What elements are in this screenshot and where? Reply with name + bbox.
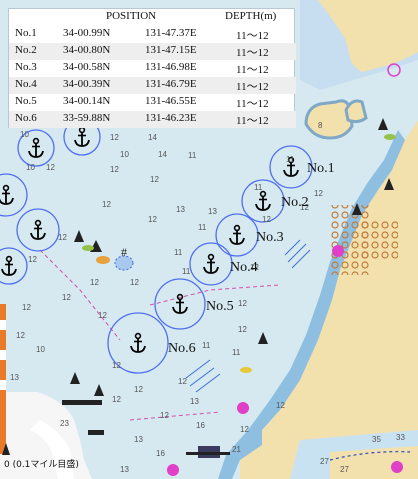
anchorage-label-no3: No.3 [256, 230, 284, 245]
table-row: No.1 34-00.99N 131-47.37E 11～12 [15, 27, 269, 42]
svg-text:11: 11 [232, 348, 241, 357]
table-row: No.3 34-00.58N 131-46.98E 11～12 [15, 61, 269, 76]
svg-text:27: 27 [320, 457, 329, 466]
svg-text:12: 12 [110, 133, 119, 142]
svg-text:12: 12 [62, 293, 71, 302]
svg-text:12: 12 [238, 325, 247, 334]
svg-text:13: 13 [10, 373, 19, 382]
svg-text:33: 33 [396, 433, 405, 442]
small-island-2 [344, 99, 368, 124]
anchorage-label-no2: No.2 [281, 195, 309, 210]
svg-text:10: 10 [120, 150, 129, 159]
svg-text:14: 14 [148, 133, 157, 142]
svg-text:11: 11 [286, 155, 295, 164]
svg-text:23: 23 [60, 419, 69, 428]
buoy-magenta-icon [391, 461, 403, 473]
svg-text:27: 27 [340, 465, 349, 474]
svg-text:12: 12 [90, 278, 99, 287]
svg-text:12: 12 [178, 377, 187, 386]
svg-text:12: 12 [28, 255, 37, 264]
wreck-icon: # [121, 245, 127, 259]
anchorage-label-no1: No.1 [307, 161, 335, 176]
svg-text:13: 13 [120, 465, 129, 474]
svg-text:10: 10 [26, 163, 35, 172]
svg-text:21: 21 [232, 445, 241, 454]
position-table: POSITION DEPTH(m) No.1 34-00.99N 131-47.… [8, 8, 296, 128]
svg-text:16: 16 [156, 449, 165, 458]
buoy-magenta-icon [167, 464, 179, 476]
svg-text:12: 12 [150, 175, 159, 184]
svg-text:13: 13 [190, 397, 199, 406]
svg-text:12: 12 [16, 331, 25, 340]
svg-text:12: 12 [262, 215, 271, 224]
svg-text:14: 14 [158, 150, 167, 159]
anchorage-label-no5: No.5 [206, 299, 234, 314]
anchorage-label-no6: No.6 [168, 341, 196, 356]
table-row: No.2 34-00.80N 131-47.15E 11～12 [9, 43, 296, 60]
svg-text:12: 12 [134, 385, 143, 394]
buoy-magenta-icon [237, 402, 249, 414]
svg-text:12: 12 [276, 401, 285, 410]
svg-text:12: 12 [46, 163, 55, 172]
svg-text:12: 12 [112, 395, 121, 404]
svg-text:11: 11 [202, 341, 211, 350]
table-row: No.5 34-00.14N 131-46.55E 11～12 [15, 95, 269, 110]
svg-text:11: 11 [198, 223, 207, 232]
svg-text:12: 12 [22, 303, 31, 312]
svg-text:10: 10 [36, 345, 45, 354]
svg-text:12: 12 [98, 311, 107, 320]
anchorage-label-no4: No.4 [230, 260, 258, 275]
svg-text:11: 11 [188, 151, 197, 160]
svg-text:8: 8 [318, 121, 323, 130]
svg-text:12: 12 [238, 299, 247, 308]
svg-text:12: 12 [112, 361, 121, 370]
svg-text:11: 11 [182, 267, 191, 276]
table-row: No.6 33-59.88N 131-46.23E 11～12 [9, 111, 296, 128]
svg-text:13: 13 [208, 207, 217, 216]
svg-text:10: 10 [20, 130, 29, 139]
scale-label: 0 (0.1マイル目盛) [4, 460, 79, 470]
small-island [304, 99, 354, 140]
svg-text:11: 11 [254, 183, 263, 192]
buoy-magenta-icon [332, 245, 344, 257]
svg-text:12: 12 [58, 233, 67, 242]
header-position: POSITION [106, 10, 157, 22]
svg-text:13: 13 [176, 205, 185, 214]
svg-text:12: 12 [130, 278, 139, 287]
header-depth: DEPTH(m) [225, 10, 277, 22]
svg-text:12: 12 [110, 165, 119, 174]
svg-text:11: 11 [174, 248, 183, 257]
svg-text:12: 12 [314, 189, 323, 198]
rock-area-2 [358, 220, 398, 260]
svg-text:12: 12 [148, 215, 157, 224]
svg-text:12: 12 [240, 425, 249, 434]
svg-text:35: 35 [372, 435, 381, 444]
svg-text:12: 12 [160, 411, 169, 420]
svg-text:12: 12 [102, 200, 111, 209]
table-row: No.4 34-00.39N 131-46.79E 11～12 [9, 77, 296, 94]
svg-text:13: 13 [134, 435, 143, 444]
svg-text:16: 16 [196, 421, 205, 430]
